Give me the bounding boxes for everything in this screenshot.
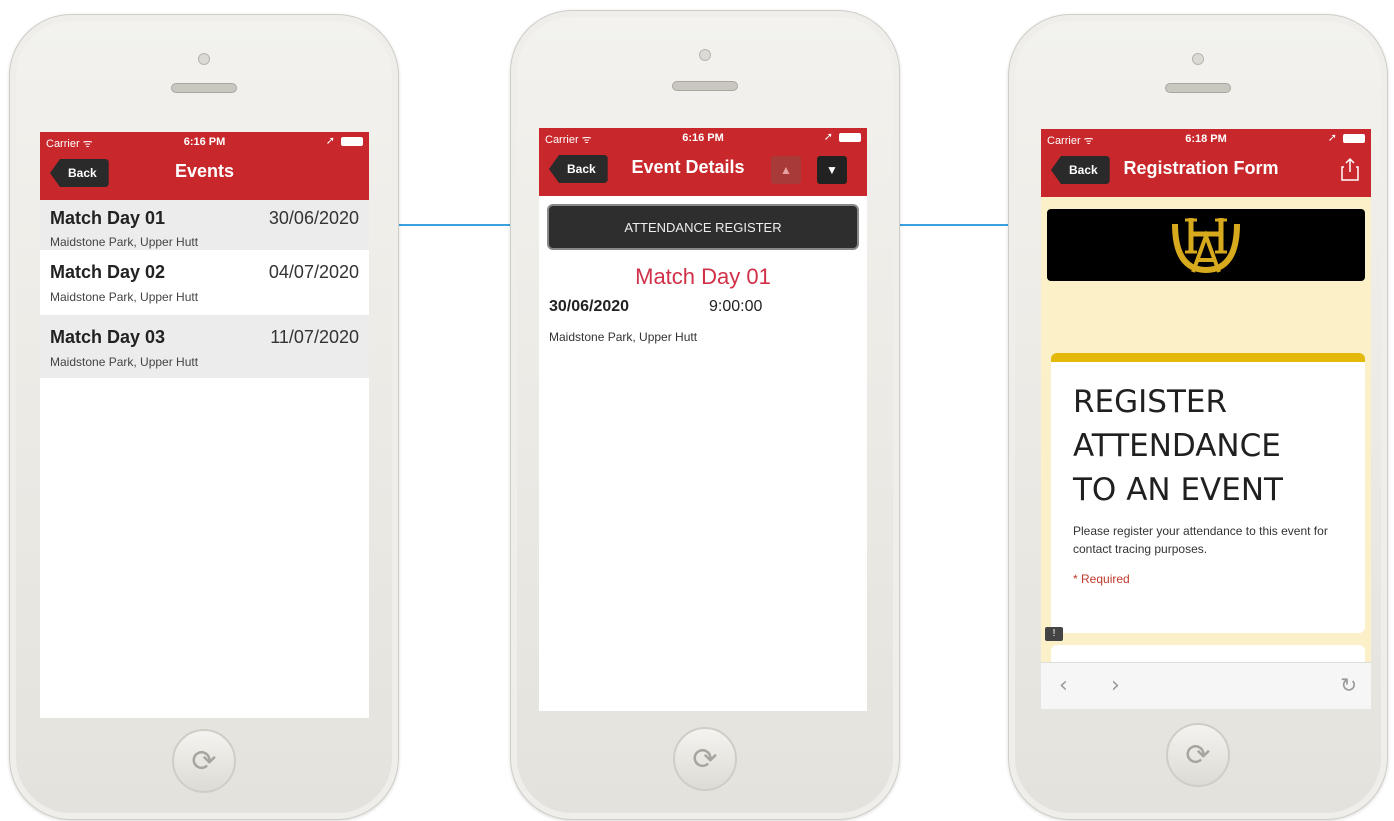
event-title: Match Day 02: [50, 262, 166, 282]
form-description: Please register your attendance to this …: [1073, 524, 1328, 556]
status-bar: Carrier ᯤ 6:16 PM ➚: [539, 128, 867, 148]
event-date: 11/07/2020: [270, 327, 359, 347]
form-title-line-1: REGISTER: [1073, 384, 1228, 420]
report-icon[interactable]: !: [1045, 627, 1063, 641]
browser-toolbar: ‹ › ↻: [1041, 662, 1371, 709]
page-title: Registration Form: [1123, 158, 1279, 178]
club-logo: [1172, 218, 1240, 274]
battery-icon: [341, 137, 363, 146]
battery-icon: [1343, 134, 1365, 143]
battery-icon: [839, 133, 861, 142]
status-time: 6:18 PM: [1185, 133, 1227, 145]
location-arrow-icon: ➚: [1327, 132, 1337, 144]
home-button[interactable]: ⟳: [172, 729, 236, 793]
form-title-line-2: ATTENDANCE: [1073, 428, 1281, 464]
phone-events: ⟳ Carrier ᯤ 6:16 PM ➚ Back Events Match …: [9, 14, 399, 820]
event-row[interactable]: Match Day 02 04/07/2020 Maidstone Park, …: [40, 250, 369, 315]
status-time: 6:16 PM: [183, 136, 226, 148]
screen-registration: Carrier ᯤ 6:18 PM ➚ Back Registration Fo…: [1041, 129, 1371, 709]
event-row[interactable]: Match Day 01 30/06/2020 Maidstone Park, …: [40, 200, 369, 250]
location-arrow-icon: ➚: [325, 135, 335, 147]
required-note: * Required: [1073, 572, 1130, 586]
event-location: Maidstone Park, Upper Hutt: [50, 290, 199, 304]
previous-event-button[interactable]: ▲: [771, 156, 801, 184]
form-page: REGISTER ATTENDANCE TO AN EVENT Please r…: [1041, 197, 1371, 663]
status-time: 6:16 PM: [682, 132, 724, 144]
next-event-button[interactable]: ▼: [817, 156, 847, 184]
speaker-grille: [672, 81, 738, 91]
screen-events: Carrier ᯤ 6:16 PM ➚ Back Events Match Da…: [40, 132, 369, 718]
navbar: Carrier ᯤ 6:16 PM ➚ Back Event Details ▲…: [539, 128, 867, 196]
event-location: Maidstone Park, Upper Hutt: [50, 235, 199, 249]
camera-icon: [699, 49, 711, 61]
status-bar: Carrier ᯤ 6:16 PM ➚: [40, 132, 369, 152]
attendance-register-button[interactable]: ATTENDANCE REGISTER: [547, 204, 859, 250]
home-refresh-icon: ⟳: [191, 743, 217, 779]
browser-forward-icon[interactable]: ›: [1111, 673, 1120, 698]
event-row[interactable]: Match Day 03 11/07/2020 Maidstone Park, …: [40, 315, 369, 378]
home-refresh-icon: ⟳: [692, 741, 718, 777]
home-button[interactable]: ⟳: [1166, 723, 1230, 787]
navbar: Carrier ᯤ 6:18 PM ➚ Back Registration Fo…: [1041, 129, 1371, 197]
event-title: Match Day 03: [50, 327, 166, 347]
form-header-card: REGISTER ATTENDANCE TO AN EVENT Please r…: [1051, 353, 1365, 633]
event-date: 30/06/2020: [549, 298, 630, 315]
event-time: 9:00:00: [709, 298, 763, 315]
page-title: Events: [174, 161, 235, 181]
speaker-grille: [1165, 83, 1231, 93]
camera-icon: [198, 53, 210, 65]
event-datetime-row: 30/06/2020 9:00:00: [539, 296, 867, 322]
club-logo-banner: [1047, 209, 1365, 281]
flow-arrow-1: [385, 224, 525, 226]
camera-icon: [1192, 53, 1204, 65]
browser-reload-icon[interactable]: ↻: [1340, 673, 1357, 697]
next-question-card: [1051, 645, 1365, 663]
phone-event-details: ⟳ Carrier ᯤ 6:16 PM ➚ Back Event Details…: [510, 10, 900, 820]
form-title-line-3: TO AN EVENT: [1073, 472, 1283, 508]
event-date: 30/06/2020: [268, 208, 359, 228]
home-button[interactable]: ⟳: [673, 727, 737, 791]
event-location: Maidstone Park, Upper Hutt: [50, 355, 199, 369]
location-arrow-icon: ➚: [823, 131, 833, 143]
event-date: 04/07/2020: [268, 262, 359, 282]
screen-event-details: Carrier ᯤ 6:16 PM ➚ Back Event Details ▲…: [539, 128, 867, 711]
event-title: Match Day 01: [635, 264, 771, 289]
navbar: Carrier ᯤ 6:16 PM ➚ Back Events: [40, 132, 369, 200]
status-bar: Carrier ᯤ 6:18 PM ➚: [1041, 129, 1371, 149]
event-title: Match Day 01: [50, 208, 166, 228]
share-icon[interactable]: [1339, 157, 1361, 181]
speaker-grille: [171, 83, 237, 93]
phone-registration: ⟳ Carrier ᯤ 6:18 PM ➚ Back Registration …: [1008, 14, 1388, 820]
event-location: Maidstone Park, Upper Hutt: [549, 330, 698, 344]
home-refresh-icon: ⟳: [1185, 737, 1211, 773]
browser-back-icon[interactable]: ‹: [1059, 673, 1068, 698]
